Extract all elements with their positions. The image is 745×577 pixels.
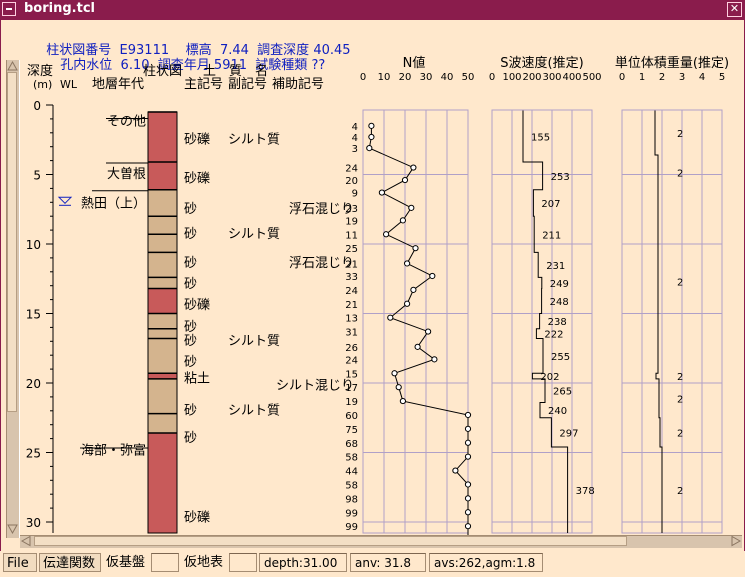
- scroll-right-arrow-icon[interactable]: [729, 535, 742, 547]
- scroll-down-arrow-icon[interactable]: [6, 523, 19, 535]
- test-type-label: 試験種類: [255, 58, 308, 73]
- close-button[interactable]: ✕: [727, 2, 742, 17]
- base-field[interactable]: [151, 553, 179, 572]
- base-label: 仮基盤: [106, 555, 146, 570]
- surface-field[interactable]: [229, 553, 257, 572]
- horizontal-scroll-thumb[interactable]: [34, 536, 627, 546]
- file-menu-button[interactable]: File: [3, 553, 37, 572]
- window-frame: [0, 20, 745, 577]
- scroll-up-arrow-icon[interactable]: [6, 60, 19, 72]
- survey-date-value: 5911: [213, 58, 248, 73]
- survey-date-label: 調査年月: [157, 58, 210, 73]
- transfer-function-button[interactable]: 伝達関数: [39, 553, 101, 572]
- avs-readout: avs:262,agm:1.8: [429, 553, 543, 572]
- depth-readout: depth:31.00: [259, 553, 347, 572]
- test-type-value: ??: [311, 58, 326, 73]
- vertical-scroll-thumb[interactable]: [7, 72, 17, 412]
- water-level-label: 孔内水位: [60, 58, 113, 73]
- window-title: boring.tcl: [24, 1, 95, 16]
- water-level-value: 6.10: [120, 58, 150, 73]
- window-menu-button[interactable]: [2, 2, 16, 16]
- scroll-left-arrow-icon[interactable]: [20, 535, 33, 547]
- window-titlebar[interactable]: boring.tcl ✕: [0, 0, 745, 20]
- surface-label: 仮地表: [184, 555, 224, 570]
- header-row-2: 孔内水位 6.10 調査年月 5911 試験種類 ??: [52, 39, 325, 73]
- anv-readout: anv: 31.8: [350, 553, 426, 572]
